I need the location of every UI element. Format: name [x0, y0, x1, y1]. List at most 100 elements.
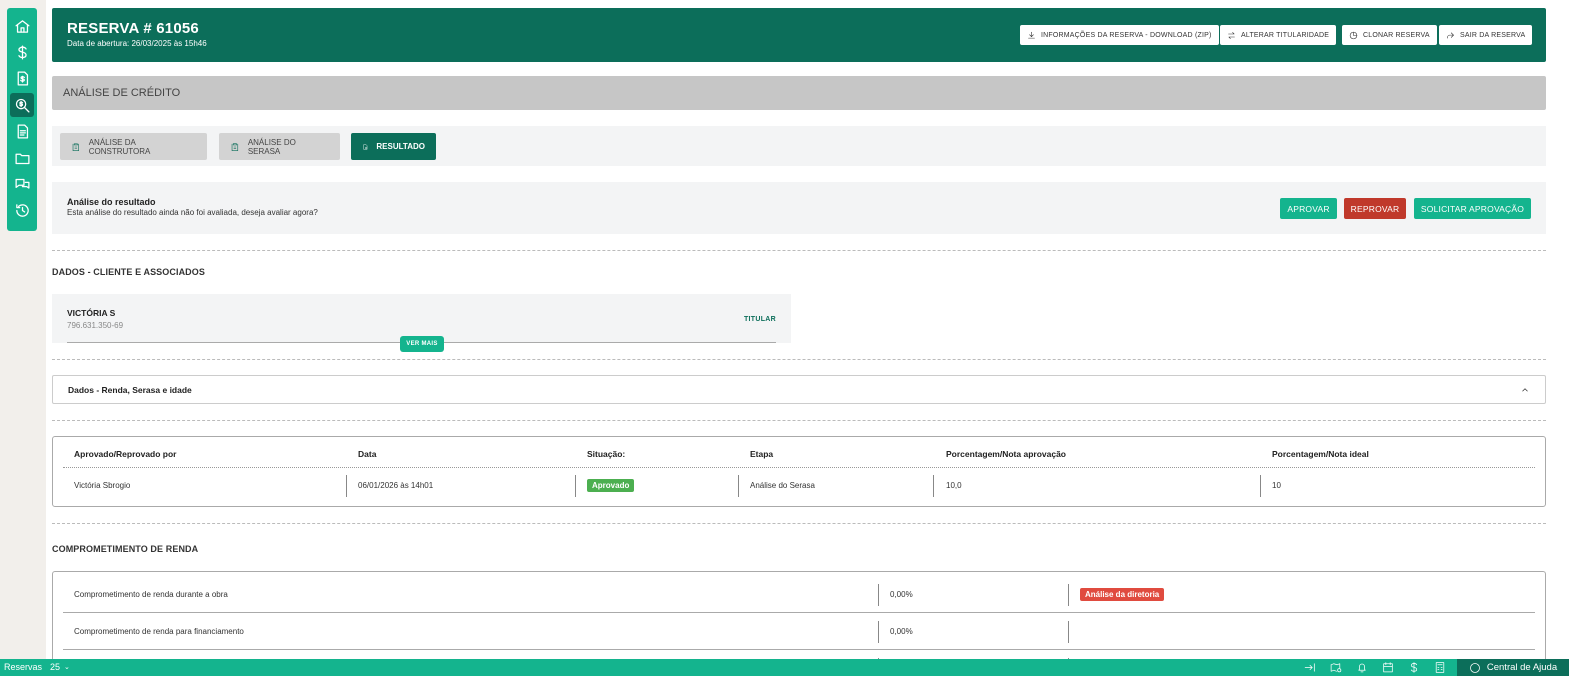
home-icon[interactable] [10, 14, 34, 38]
calculator-icon[interactable] [1433, 661, 1447, 674]
col-header-situation: Situação: [587, 449, 626, 459]
table-row: Comprometimento de renda para financiame… [63, 613, 1535, 650]
request-approval-button[interactable]: SOLICITAR APROVAÇÃO [1414, 198, 1531, 219]
column-separator [1068, 584, 1069, 606]
column-separator [933, 475, 934, 497]
income-serasa-accordion[interactable]: Dados - Renda, Serasa e idade [52, 375, 1546, 404]
file-result-icon [363, 143, 368, 150]
client-role: TITULAR [743, 316, 776, 323]
clone-icon [1349, 31, 1358, 39]
tab-resultado[interactable]: RESULTADO [351, 133, 436, 160]
cell-approved-by: Victória Sbrogio [74, 481, 131, 490]
column-separator [575, 475, 576, 497]
col-header-approved-by: Aprovado/Reprovado por [74, 449, 177, 459]
tab-construtora-label: ANÁLISE DA CONSTRUTORA [88, 137, 151, 156]
collapse-right-icon[interactable] [1303, 661, 1317, 674]
col-header-pct-approval: Porcentagem/Nota aprovação [946, 449, 1066, 459]
change-ownership-label: ALTERAR TITULARIDADE [1241, 31, 1330, 39]
folder-icon[interactable] [10, 146, 34, 170]
bell-icon[interactable] [1355, 661, 1369, 674]
swap-icon [1228, 31, 1235, 39]
column-separator [878, 621, 879, 643]
document-icon[interactable] [10, 119, 34, 143]
cell-date: 06/01/2026 às 14h01 [358, 481, 434, 490]
download-icon [1028, 31, 1035, 38]
reservations-label: Reservas [4, 662, 43, 672]
download-info-label: INFORMAÇÕES DA RESERVA - DOWNLOAD (ZIP) [1041, 31, 1212, 39]
result-analysis-box: Análise do resultado Esta análise do res… [52, 182, 1546, 234]
col-header-stage: Etapa [750, 449, 774, 459]
cell-pct-ideal: 10 [1272, 481, 1281, 490]
tab-serasa[interactable]: ANÁLISE DO SERASA [219, 133, 340, 160]
exit-reservation-label: SAIR DA RESERVA [1460, 31, 1526, 39]
reject-button[interactable]: REPROVAR [1344, 198, 1406, 219]
divider [52, 523, 1546, 524]
clients-section-title: DADOS - CLIENTE E ASSOCIADOS [52, 267, 205, 277]
download-info-button[interactable]: INFORMAÇÕES DA RESERVA - DOWNLOAD (ZIP) [1020, 25, 1219, 45]
cell-stage: Análise do Serasa [750, 481, 815, 490]
approval-table: Aprovado/Reprovado por Data Situação: Et… [52, 436, 1546, 507]
chevron-up-icon [1522, 388, 1528, 392]
approve-button[interactable]: APROVAR [1280, 198, 1337, 219]
dollar-icon[interactable] [10, 40, 34, 64]
clone-reservation-button[interactable]: CLONAR RESERVA [1342, 25, 1437, 45]
reservation-header: RESERVA # 61056 Data de abertura: 26/03/… [52, 8, 1546, 62]
change-ownership-button[interactable]: ALTERAR TITULARIDADE [1220, 25, 1337, 45]
column-separator [1260, 475, 1261, 497]
status-badge: Aprovado [587, 479, 635, 492]
commitment-value: 0,00% [890, 627, 913, 636]
bottom-toolbar [1303, 661, 1447, 674]
reservations-count: 25 [50, 662, 61, 672]
chat-icon[interactable] [10, 172, 34, 196]
tab-serasa-label: ANÁLISE DO SERASA [247, 137, 296, 156]
opening-date: Data de abertura: 26/03/2025 às 15h46 [67, 39, 207, 48]
result-analysis-message: Esta análise do resultado ainda não foi … [67, 208, 318, 217]
divider [52, 250, 1546, 251]
credit-analysis-band: ANÁLISE DE CRÉDITO [52, 76, 1546, 110]
col-header-date: Data [358, 449, 377, 459]
file-dollar-icon[interactable] [10, 66, 34, 90]
chat-bubble-icon [1470, 662, 1480, 673]
clipboard-icon [72, 142, 79, 151]
main-sidebar [7, 8, 37, 231]
commitment-table: Comprometimento de renda durante a obra … [52, 571, 1546, 671]
commitment-label: Comprometimento de renda durante a obra [74, 590, 228, 599]
help-center-label: Central de Ajuda [1486, 662, 1558, 673]
accordion-label: Dados - Renda, Serasa e idade [68, 385, 192, 395]
divider [52, 420, 1546, 421]
column-separator [738, 475, 739, 497]
clipboard-icon [231, 142, 239, 151]
dollar-icon[interactable] [1407, 661, 1421, 674]
history-icon[interactable] [10, 198, 34, 222]
header-divider [63, 467, 1535, 468]
share-icon [1447, 32, 1454, 38]
column-separator [1068, 621, 1069, 643]
client-name: VICTÓRIA S [67, 308, 116, 318]
status-badge: Análise da diretoria [1080, 588, 1165, 601]
commitment-value: 0,00% [890, 590, 913, 599]
page-title: RESERVA # 61056 [67, 20, 199, 37]
client-document: 796.631.350-69 [67, 321, 124, 330]
help-center-button[interactable]: Central de Ajuda [1457, 659, 1569, 676]
bottom-status-bar: Reservas 25 ⌄ Central de Ajuda [0, 659, 1569, 676]
calendar-icon[interactable] [1381, 661, 1395, 674]
chevron-down-icon: ⌄ [64, 664, 70, 671]
analysis-tabs: ANÁLISE DA CONSTRUTORA ANÁLISE DO SERASA… [52, 126, 1546, 166]
column-separator [346, 475, 347, 497]
column-separator [878, 584, 879, 606]
col-header-pct-ideal: Porcentagem/Nota ideal [1272, 449, 1369, 459]
commitment-section-title: COMPROMETIMENTO DE RENDA [52, 544, 199, 554]
divider [52, 359, 1546, 360]
map-settings-icon[interactable] [1329, 661, 1343, 674]
clone-reservation-label: CLONAR RESERVA [1363, 31, 1430, 39]
see-more-button[interactable]: VER MAIS [400, 336, 444, 352]
cell-pct-approval: 10,0 [946, 481, 962, 490]
exit-reservation-button[interactable]: SAIR DA RESERVA [1439, 25, 1533, 45]
table-row: Comprometimento de renda durante a obra … [63, 576, 1535, 613]
credit-search-icon[interactable] [10, 93, 34, 117]
reservations-counter[interactable]: Reservas 25 ⌄ [4, 662, 70, 672]
tab-construtora[interactable]: ANÁLISE DA CONSTRUTORA [60, 133, 207, 160]
result-analysis-title: Análise do resultado [67, 197, 156, 207]
commitment-label: Comprometimento de renda para financiame… [74, 627, 244, 636]
tab-resultado-label: RESULTADO [376, 142, 425, 151]
